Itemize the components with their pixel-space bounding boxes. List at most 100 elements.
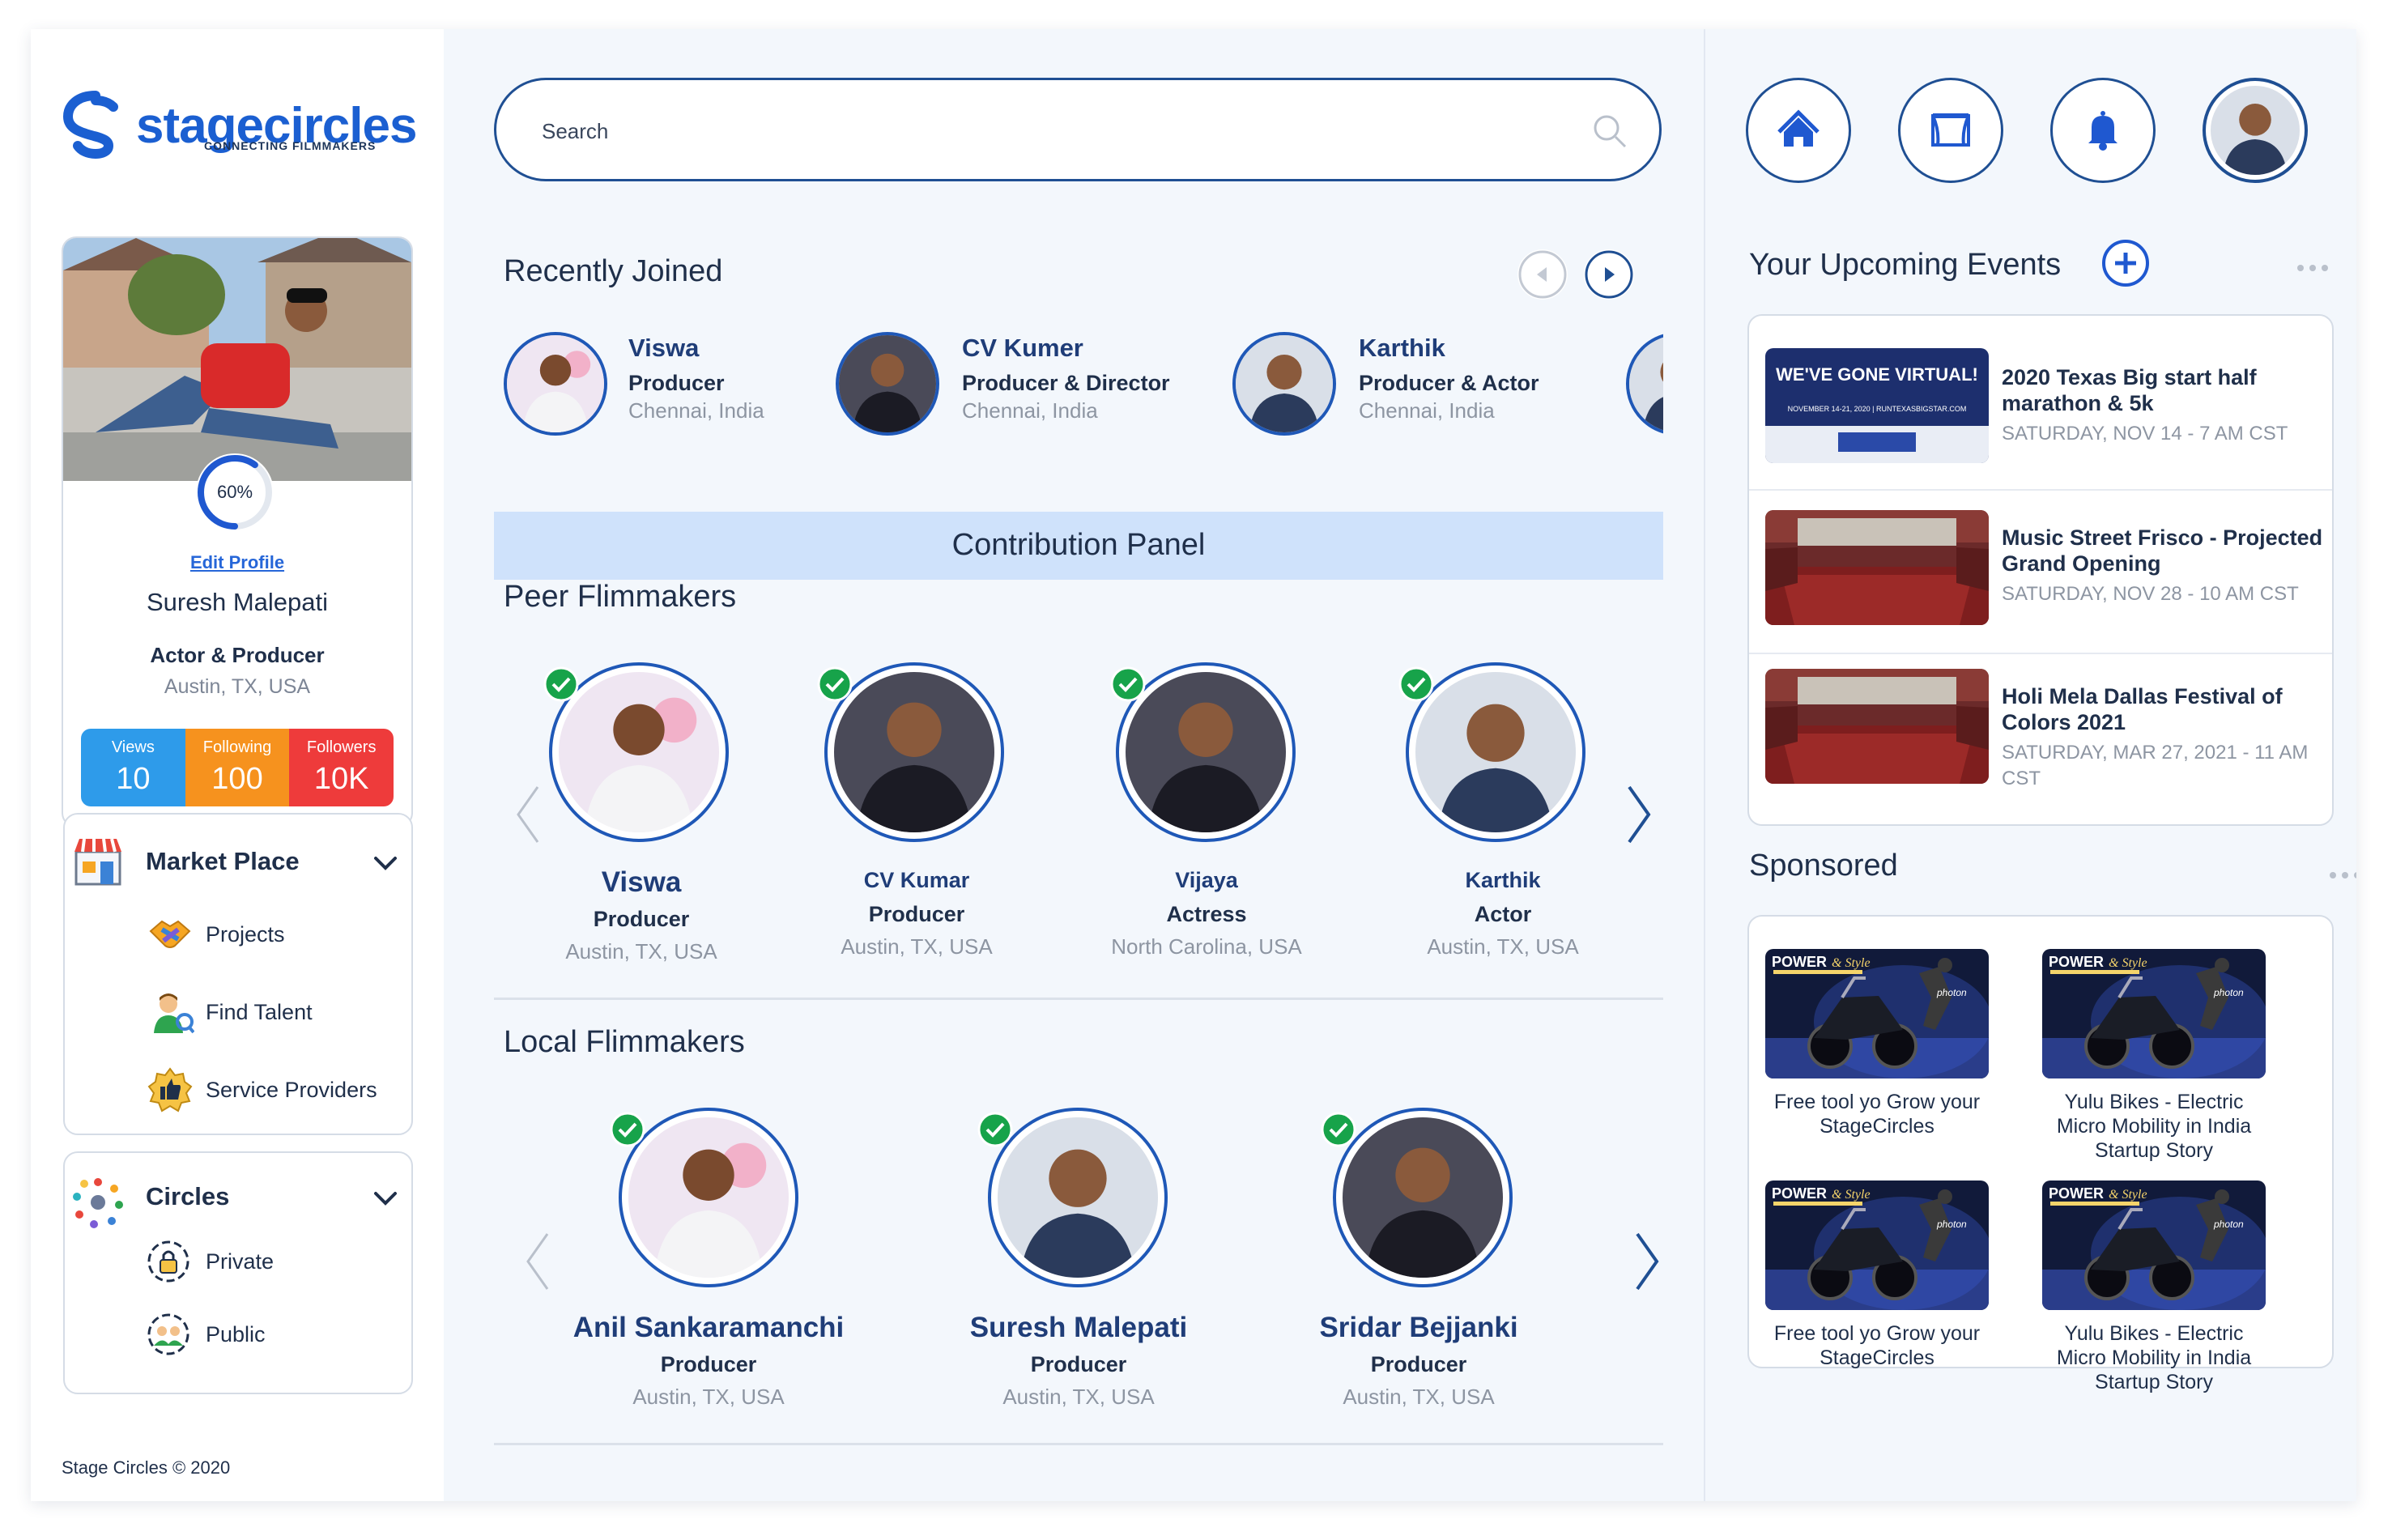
menu-item-public[interactable]: Public [146, 1312, 266, 1357]
verified-check-icon [543, 666, 579, 702]
menu-item-private[interactable]: Private [146, 1239, 274, 1284]
filmmaker-location: Austin, TX, USA [632, 1385, 785, 1409]
store-icon [74, 838, 121, 886]
member-avatar [1626, 332, 1663, 436]
member-role: Producer [628, 371, 725, 395]
recent-member-peek[interactable] [1626, 330, 1663, 437]
recent-member-card[interactable]: CV Kumer Producer & Director Chennai, In… [828, 329, 1208, 439]
filmmaker-avatar [1333, 1108, 1513, 1287]
upcoming-events-title: Your Upcoming Events [1749, 248, 2062, 282]
chevron-right-icon[interactable] [1631, 1229, 1663, 1294]
event-date: SATURDAY, NOV 28 - 10 AM CST [2002, 583, 2299, 605]
footer-copyright: Stage Circles © 2020 [62, 1457, 231, 1478]
filmmaker-name: CV Kumar [863, 868, 970, 892]
people-icon [147, 1313, 189, 1355]
sponsored-item[interactable]: Free tool yo Grow your StageCircles [1764, 1181, 1990, 1370]
stat-label: Views [111, 738, 155, 756]
sponsored-image [2042, 1181, 2266, 1310]
chevron-right-icon[interactable] [1623, 782, 1655, 847]
member-name: Karthik [1359, 334, 1445, 362]
sponsored-item[interactable]: Free tool yo Grow your StageCircles [1764, 949, 1990, 1138]
filmmaker-role: Producer [1030, 1352, 1127, 1376]
event-title: Holi Mela Dallas Festival of Colors 2021 [2002, 684, 2283, 734]
stat-value: 10 [116, 762, 151, 796]
edit-profile-link[interactable]: Edit Profile [63, 552, 411, 573]
recent-member-card[interactable]: Karthik Producer & Actor Chennai, India [1224, 329, 1605, 439]
filmmaker-avatar [988, 1108, 1168, 1287]
member-role: Producer & Actor [1359, 371, 1539, 395]
event-item[interactable]: WE'VE GONE VIRTUAL! NOVEMBER 14-21, 2020… [1749, 316, 2332, 478]
profile-name: Suresh Malepati [146, 588, 328, 616]
events-card: WE'VE GONE VIRTUAL! NOVEMBER 14-21, 2020… [1747, 314, 2334, 826]
theater-icon [1931, 113, 1970, 147]
handshake-icon [149, 920, 191, 948]
menu-item-label: Find Talent [206, 999, 313, 1024]
sponsored-item[interactable]: Yulu Bikes - Electric Micro Mobility in … [2041, 949, 2267, 1163]
filmmaker-role: Producer [1370, 1352, 1467, 1376]
left-sidebar: stagecircles CONNECTING FILMMAKERS 60% E… [31, 29, 444, 1501]
verified-check-icon [1398, 666, 1434, 702]
menu-item-service-providers[interactable]: Service Providers [146, 1067, 377, 1112]
stat-following[interactable]: Following 100 [185, 729, 290, 806]
right-sidebar: Your Upcoming Events WE'VE GONE VIRTUAL!… [1704, 29, 2356, 1501]
carousel-next-button[interactable] [1584, 249, 1634, 300]
profile-cover-photo [63, 238, 411, 481]
more-options-icon[interactable] [2296, 264, 2329, 272]
marketplace-title: Market Place [146, 847, 300, 875]
stat-value: 10K [313, 762, 369, 796]
filmmaker-location: Austin, TX, USA [1343, 1385, 1495, 1409]
member-avatar [504, 332, 607, 436]
event-item[interactable]: Holi Mela Dallas Festival of Colors 2021… [1749, 645, 2332, 806]
filmmaker-location: Austin, TX, USA [565, 939, 717, 964]
user-avatar-image [2211, 86, 2300, 175]
filmmaker-role: Producer [593, 907, 690, 931]
more-options-icon[interactable] [2329, 871, 2356, 879]
bell-icon [2088, 111, 2117, 151]
member-name: CV Kumer [962, 334, 1083, 362]
section-divider [494, 998, 1663, 1000]
add-event-button[interactable] [2100, 238, 2151, 288]
chevron-left-icon[interactable] [512, 782, 544, 847]
user-avatar[interactable] [2203, 78, 2308, 183]
verified-check-icon [610, 1112, 645, 1147]
stat-label: Following [202, 738, 272, 756]
marketplace-menu: Market Place Projects Find Talent Servic… [63, 813, 413, 1135]
event-image [1765, 510, 1989, 625]
search-icon[interactable] [1591, 113, 1628, 150]
stat-label: Followers [306, 738, 377, 756]
stat-followers[interactable]: Followers 10K [289, 729, 394, 806]
sponsored-title-text: Free tool yo Grow your StageCircles [1773, 1322, 1981, 1369]
member-location: Chennai, India [628, 398, 764, 423]
sponsored-item[interactable]: Yulu Bikes - Electric Micro Mobility in … [2041, 1181, 2267, 1394]
circles-header[interactable]: Circles [65, 1153, 411, 1242]
menu-item-find-talent[interactable]: Find Talent [146, 989, 313, 1035]
search-bar[interactable]: Search [494, 78, 1662, 181]
section-divider [494, 1443, 1663, 1445]
event-item[interactable]: Music Street Frisco - Projected Grand Op… [1749, 483, 2332, 645]
sponsored-title: Sponsored [1749, 849, 1898, 883]
recent-member-card[interactable]: Viswa Producer Chennai, India [494, 329, 802, 439]
member-avatar [1232, 332, 1336, 436]
menu-item-label: Projects [206, 921, 285, 947]
event-date: SATURDAY, NOV 14 - 7 AM CST [2002, 423, 2288, 445]
menu-item-projects[interactable]: Projects [146, 912, 285, 957]
notifications-button[interactable] [2050, 78, 2156, 183]
filmmaker-name: Sridar Bejjanki [1319, 1312, 1518, 1343]
event-banner-text: WE'VE GONE VIRTUAL! [1776, 364, 1978, 385]
carousel-prev-button[interactable] [1517, 249, 1568, 300]
home-button[interactable] [1746, 78, 1851, 183]
sponsored-card: Free tool yo Grow your StageCircles Yulu… [1747, 915, 2334, 1393]
logo-mark-icon [62, 91, 118, 160]
marketplace-header[interactable]: Market Place [65, 815, 411, 904]
sponsored-title-text: Yulu Bikes - Electric Micro Mobility in … [2056, 1091, 2252, 1162]
chevron-left-icon[interactable] [521, 1229, 554, 1294]
member-name: Viswa [628, 334, 700, 362]
search-input[interactable]: Search [542, 119, 608, 144]
circles-title: Circles [146, 1182, 230, 1210]
theater-button[interactable] [1898, 78, 2003, 183]
chevron-down-icon[interactable] [369, 1182, 402, 1215]
stat-views[interactable]: Views 10 [81, 729, 185, 806]
chevron-down-icon[interactable] [369, 847, 402, 879]
local-filmmakers-title: Local Flimmakers [504, 1025, 745, 1059]
sponsored-image [2042, 949, 2266, 1078]
